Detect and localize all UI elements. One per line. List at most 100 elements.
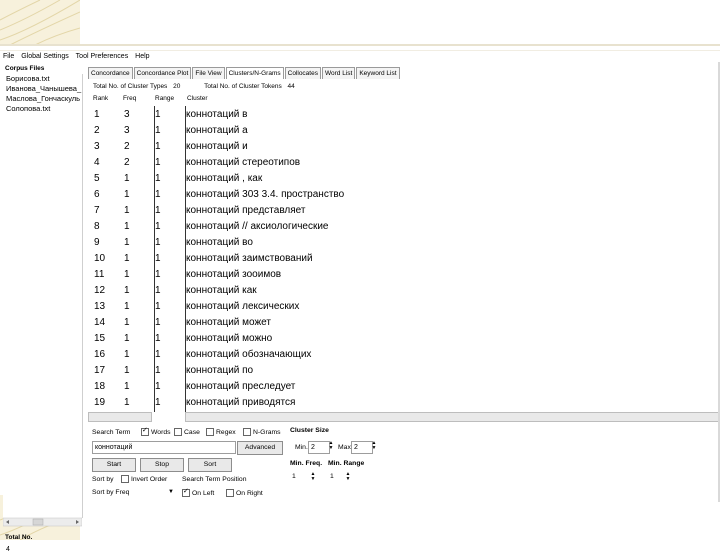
column-header-range[interactable]: Range <box>155 95 174 102</box>
table-row[interactable]: 13 1 1 коннотаций лексических <box>88 298 720 314</box>
advanced-button[interactable]: Advanced <box>237 441 283 455</box>
rank-cell: 11 <box>94 269 105 280</box>
menu-global-settings[interactable]: Global Settings <box>21 53 68 60</box>
corpus-file-item[interactable]: Борисова.txt <box>3 74 82 84</box>
menu-file[interactable]: File <box>3 53 14 60</box>
tab-file-view[interactable]: File View <box>192 67 225 79</box>
corpus-file-item[interactable]: Иванова_Чанышева_ <box>3 84 82 94</box>
cluster-cell: коннотаций стереотипов <box>186 157 301 168</box>
start-button[interactable]: Start <box>92 458 136 472</box>
table-row[interactable]: 14 1 1 коннотаций может <box>88 314 720 330</box>
range-cell: 1 <box>155 381 161 392</box>
tab-collocates[interactable]: Collocates <box>284 67 321 79</box>
table-row[interactable]: 18 1 1 коннотаций преследует <box>88 378 720 394</box>
rank-cell: 3 <box>94 141 100 152</box>
rank-cell: 15 <box>94 333 106 344</box>
table-row[interactable]: 10 1 1 коннотаций заимствований <box>88 250 720 266</box>
table-row[interactable]: 15 1 1 коннотаций можно <box>88 330 720 346</box>
table-row[interactable]: 17 1 1 коннотаций по <box>88 362 720 378</box>
min-size-stepper[interactable]: ▲ ▼ <box>328 441 334 452</box>
table-row[interactable]: 5 1 1 коннотаций , как <box>88 170 720 186</box>
table-row[interactable]: 19 1 1 коннотаций приводятся <box>88 394 720 410</box>
cluster-cell: коннотаций можно <box>186 333 273 344</box>
tab-clusters-ngrams[interactable]: Clusters/N-Grams <box>225 67 284 79</box>
table-row[interactable]: 11 1 1 коннотаций зооимов <box>88 266 720 282</box>
regex-option[interactable]: Regex <box>206 428 236 436</box>
words-option[interactable]: Words <box>141 426 171 436</box>
min-freq-stepper[interactable]: ▲ ▼ <box>310 472 316 483</box>
range-cell: 1 <box>155 317 161 328</box>
max-size-stepper[interactable]: ▲ ▼ <box>371 441 377 452</box>
cluster-cell: коннотаций в <box>186 109 248 120</box>
case-checkbox[interactable] <box>174 428 182 436</box>
cluster-size-label: Cluster Size <box>290 427 329 434</box>
corpus-files-title: Corpus Files <box>5 65 45 72</box>
min-size-input[interactable]: 2 <box>308 441 330 454</box>
column-header-cluster[interactable]: Cluster <box>187 95 208 102</box>
tab-keyword-list[interactable]: Keyword List <box>356 67 400 79</box>
rank-cell: 14 <box>94 317 106 328</box>
corpus-files-list[interactable]: Борисова.txt Иванова_Чанышева_ Маслова_Г… <box>3 74 83 518</box>
table-row[interactable]: 3 2 1 коннотаций и <box>88 138 720 154</box>
min-size-label: Min. <box>295 444 308 451</box>
regex-label: Regex <box>216 428 236 436</box>
tab-concordance-plot[interactable]: Concordance Plot <box>133 67 192 79</box>
invert-order-checkbox[interactable] <box>121 475 129 483</box>
table-row[interactable]: 7 1 1 коннотаций представляет <box>88 202 720 218</box>
ngrams-option[interactable]: N-Grams <box>243 428 281 436</box>
words-label: Words <box>151 428 171 436</box>
regex-checkbox[interactable] <box>206 428 214 436</box>
cluster-cell: коннотаций // аксиологические <box>186 221 329 232</box>
case-option[interactable]: Case <box>174 428 200 436</box>
table-row[interactable]: 1 3 1 коннотаций в <box>88 106 720 122</box>
tab-word-list[interactable]: Word List <box>321 67 356 79</box>
table-row[interactable]: 4 2 1 коннотаций стереотипов <box>88 154 720 170</box>
min-freq-value[interactable]: 1 <box>292 473 296 480</box>
table-row[interactable]: 12 1 1 коннотаций как <box>88 282 720 298</box>
freq-cell: 1 <box>124 189 130 200</box>
max-size-input[interactable]: 2 <box>351 441 373 454</box>
column-header-freq[interactable]: Freq <box>123 95 136 102</box>
tab-concordance[interactable]: Concordance <box>88 67 133 79</box>
invert-order-label: Invert Order <box>131 475 168 483</box>
min-range-value[interactable]: 1 <box>330 473 334 480</box>
table-row[interactable]: 2 3 1 коннотаций а <box>88 122 720 138</box>
rank-cell: 10 <box>94 253 106 264</box>
corpus-file-item[interactable]: Солопова.txt <box>3 104 82 114</box>
rank-cell: 5 <box>94 173 100 184</box>
sort-button[interactable]: Sort <box>188 458 232 472</box>
search-term-input[interactable]: коннотаций <box>92 441 236 454</box>
table-row[interactable]: 6 1 1 коннотаций 303 3.4. пространство <box>88 186 720 202</box>
rank-cell: 16 <box>94 349 106 360</box>
rank-cell: 4 <box>94 157 100 168</box>
freq-cell: 1 <box>124 173 130 184</box>
invert-order-option[interactable]: Invert Order <box>121 475 167 483</box>
table-row[interactable]: 16 1 1 коннотаций обозначающих <box>88 346 720 362</box>
range-cell: 1 <box>155 333 161 344</box>
on-right-option[interactable]: On Right <box>226 489 263 497</box>
corpus-files-scrollbar[interactable] <box>3 517 82 527</box>
table-row[interactable]: 8 1 1 коннотаций // аксиологические <box>88 218 720 234</box>
stop-button[interactable]: Stop <box>140 458 184 472</box>
sort-by-select[interactable]: Sort by Freq ▼ <box>92 489 176 499</box>
range-cell: 1 <box>155 253 161 264</box>
table-row[interactable]: 9 1 1 коннотаций во <box>88 234 720 250</box>
cluster-cell: коннотаций 303 3.4. пространство <box>186 189 345 200</box>
column-header-rank[interactable]: Rank <box>93 95 108 102</box>
corpus-file-item[interactable]: Маслова_Гончаскуль <box>3 94 82 104</box>
sort-by-select-value: Sort by Freq <box>92 489 130 496</box>
min-range-stepper[interactable]: ▲ ▼ <box>345 472 351 483</box>
menu-tool-preferences[interactable]: Tool Preferences <box>76 53 129 60</box>
freq-cell: 3 <box>124 125 130 136</box>
on-right-checkbox[interactable] <box>226 489 234 497</box>
freq-cell: 1 <box>124 333 130 344</box>
cluster-cell: коннотаций представляет <box>186 205 306 216</box>
ngrams-checkbox[interactable] <box>243 428 251 436</box>
search-term-position-label: Search Term Position <box>182 476 247 483</box>
words-checkbox[interactable] <box>141 426 149 436</box>
on-left-option[interactable]: On Left <box>182 487 214 497</box>
freq-cell: 1 <box>124 285 130 296</box>
menu-help[interactable]: Help <box>135 53 149 60</box>
on-left-checkbox[interactable] <box>182 487 190 497</box>
search-term-label: Search Term <box>92 429 131 436</box>
